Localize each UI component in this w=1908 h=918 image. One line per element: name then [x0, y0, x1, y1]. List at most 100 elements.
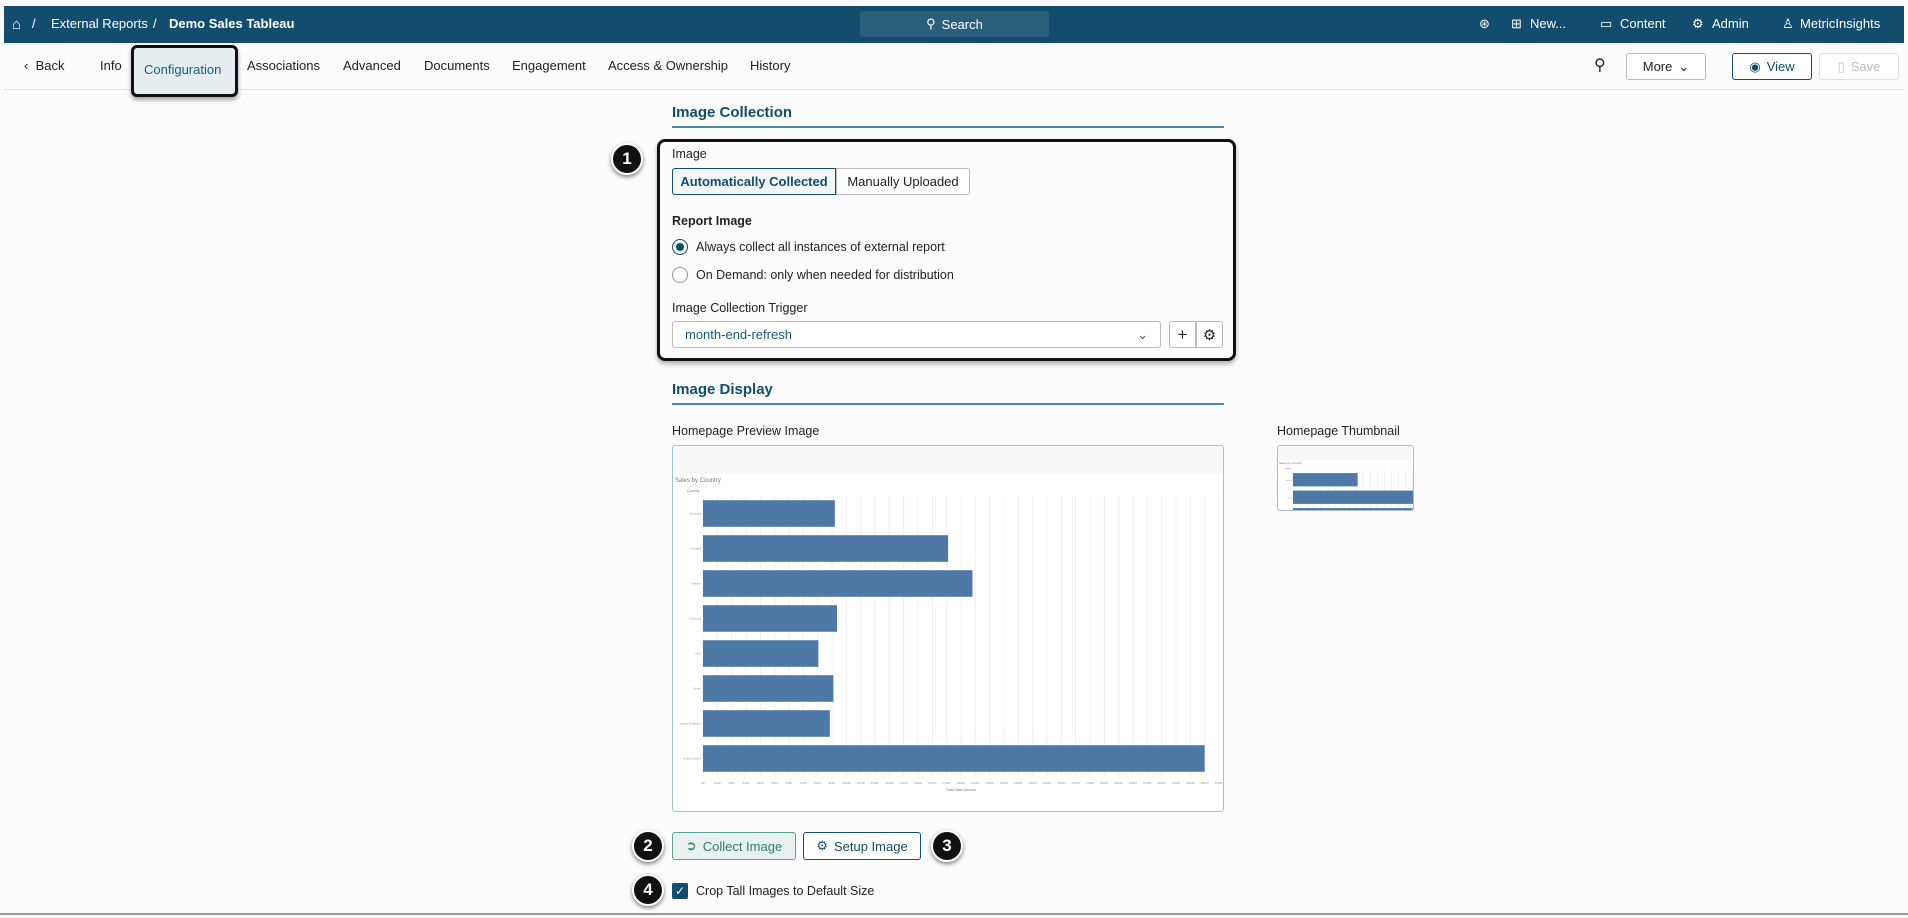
radio-always-collect[interactable]: [672, 239, 688, 255]
callout-badge-2: 2: [632, 830, 664, 862]
breadcrumb-separator: /: [153, 16, 157, 31]
bar-australia: [703, 500, 835, 527]
radio-on-demand-label[interactable]: On Demand: only when needed for distribu…: [696, 268, 954, 282]
y-axis-label: Country: [1285, 467, 1291, 470]
x-tick-label: 1300K: [885, 781, 894, 785]
eye-icon: ◉: [1749, 58, 1761, 74]
assistant-icon[interactable]: ⊛: [1479, 16, 1490, 32]
x-tick-label: 1800K: [957, 781, 966, 785]
new-button[interactable]: New...: [1530, 16, 1566, 31]
gear-icon: ⚙: [816, 838, 828, 853]
collect-image-button[interactable]: ➲ Collect Image: [672, 832, 796, 860]
tab-documents[interactable]: Documents: [424, 58, 490, 73]
tab-configuration[interactable]: Configuration: [131, 45, 238, 97]
toggle-automatically-collected[interactable]: Automatically Collected: [672, 168, 836, 195]
search-icon[interactable]: ⚲: [1594, 55, 1606, 75]
tab-engagement[interactable]: Engagement: [512, 58, 586, 73]
thumbnail-label: Homepage Thumbnail: [1277, 424, 1400, 438]
callout-badge-1: 1: [611, 143, 643, 175]
crop-checkbox[interactable]: ✓: [672, 883, 688, 899]
chart-title: Sales by Country: [675, 478, 721, 484]
x-tick-label: 3600K: [1215, 781, 1223, 785]
bar-france: [1293, 508, 1413, 510]
y-tick-label: Australia: [689, 512, 701, 516]
y-tick-label: Spain: [693, 687, 701, 691]
x-tick-label: 3400K: [1186, 781, 1195, 785]
x-tick-label: 2900K: [1114, 781, 1123, 785]
top-bar: ⌂ / External Reports / Demo Sales Tablea…: [4, 6, 1904, 43]
plus-icon: +: [1177, 324, 1188, 344]
y-tick-label: Germany: [689, 617, 702, 621]
breadcrumb-current: Demo Sales Tableau: [169, 16, 295, 31]
x-tick-label: 1100K: [856, 781, 864, 785]
content-button[interactable]: Content: [1620, 16, 1666, 31]
bar-australia: [1293, 473, 1358, 487]
trigger-select[interactable]: month-end-refresh ⌄: [672, 321, 1161, 348]
x-tick-label: 400K: [757, 781, 764, 785]
radio-always-collect-label[interactable]: Always collect all instances of external…: [696, 240, 945, 254]
y-tick-label: France: [692, 582, 702, 586]
x-tick-label: 3500K: [1200, 781, 1209, 785]
trigger-settings-button[interactable]: ⚙: [1196, 321, 1223, 348]
back-button[interactable]: ‹ Back: [24, 58, 64, 73]
chart-title: Sales by Country: [1279, 461, 1302, 465]
toggle-manually-uploaded[interactable]: Manually Uploaded: [836, 168, 970, 195]
chart-header-band: [673, 446, 1223, 474]
crop-checkbox-label[interactable]: Crop Tall Images to Default Size: [696, 884, 874, 898]
user-menu[interactable]: MetricInsights: [1800, 16, 1880, 31]
sales-chart: Sales by Country Country 0K 100K 200K 300K 400…: [673, 446, 1223, 792]
x-tick-label: 800K: [814, 781, 821, 785]
search-icon: ⚲: [926, 16, 936, 31]
x-tick-label: 600K: [785, 781, 792, 785]
preview-label: Homepage Preview Image: [672, 424, 820, 438]
bar-canada: [703, 535, 949, 562]
home-icon[interactable]: ⌂: [12, 16, 21, 33]
bar-united-kingdom: [703, 710, 830, 737]
y-tick-label: Italy: [695, 652, 701, 656]
chevron-down-icon: ⌄: [1137, 326, 1148, 342]
add-trigger-button[interactable]: +: [1169, 321, 1196, 348]
tab-info[interactable]: Info: [100, 58, 122, 73]
search-box[interactable]: ⚲ Search: [860, 11, 1049, 37]
plus-square-icon: ⊞: [1511, 16, 1522, 31]
x-tick-label: 1000K: [842, 781, 851, 785]
x-tick-label: 1900K: [971, 781, 980, 785]
tab-bar: ‹ Back Info Configuration Associations A…: [4, 43, 1904, 97]
x-tick-label: 2500K: [1057, 781, 1066, 785]
image-display-heading: Image Display: [672, 381, 773, 398]
radio-on-demand[interactable]: [672, 267, 688, 283]
tab-advanced[interactable]: Advanced: [343, 58, 401, 73]
trigger-label: Image Collection Trigger: [672, 301, 808, 315]
bar-italy: [703, 640, 819, 667]
bar-france: [703, 570, 973, 597]
x-tick-label: 2200K: [1014, 781, 1023, 785]
y-tick-label: Canada: [1287, 497, 1292, 499]
bar-united-states: [703, 745, 1205, 772]
x-tick-label: 3200K: [1157, 781, 1166, 785]
x-tick-label: 700K: [800, 781, 807, 785]
more-button[interactable]: More ⌄: [1626, 53, 1706, 80]
view-button[interactable]: ◉ View: [1732, 53, 1812, 80]
report-image-label: Report Image: [672, 214, 752, 228]
x-tick-label: 2400K: [1043, 781, 1052, 785]
tab-history[interactable]: History: [750, 58, 790, 73]
bar-spain: [703, 675, 834, 702]
x-axis-label: Total Sales Amount: [946, 788, 976, 792]
admin-button[interactable]: Admin: [1712, 16, 1749, 31]
tab-associations[interactable]: Associations: [247, 58, 320, 73]
callout-badge-4: 4: [632, 874, 664, 906]
image-label: Image: [672, 147, 707, 161]
setup-image-button[interactable]: ⚙ Setup Image: [803, 832, 921, 860]
x-tick-label: 3100K: [1143, 781, 1152, 785]
y-tick-label: Canada: [690, 547, 701, 551]
y-tick-label: United States: [683, 757, 702, 761]
preview-image: Sales by Country Country 0K 100K 200K 300K 400…: [672, 445, 1224, 812]
x-tick-label: 300K: [742, 781, 749, 785]
x-tick-label: 900K: [828, 781, 835, 785]
breadcrumb-external-reports[interactable]: External Reports: [51, 16, 148, 31]
thumbnail-image: Sales by CountryCountryAustraliaCanadaFr…: [1277, 445, 1414, 511]
chart-header-band: [1278, 446, 1413, 460]
folder-icon: ▭: [1600, 16, 1613, 31]
save-button[interactable]: ▯ Save: [1819, 53, 1899, 80]
tab-access-ownership[interactable]: Access & Ownership: [608, 58, 728, 73]
